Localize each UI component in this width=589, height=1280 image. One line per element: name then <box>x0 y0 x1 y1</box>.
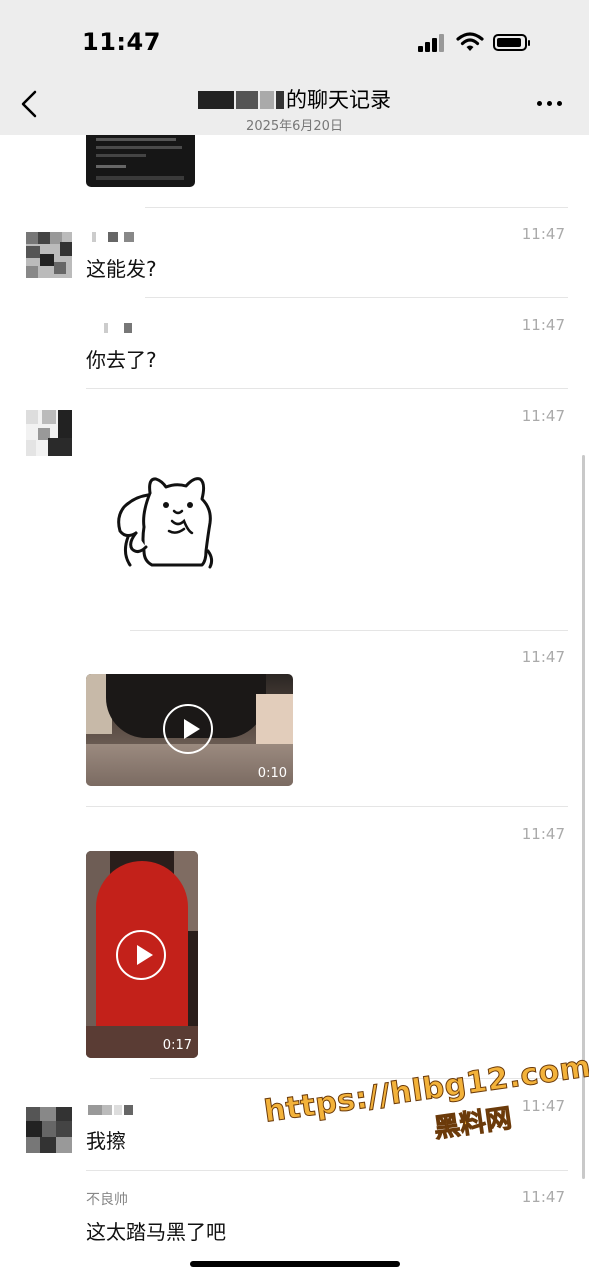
video-duration: 0:17 <box>162 1038 192 1053</box>
message-time: 11:47 <box>521 648 565 666</box>
message-time: 11:47 <box>521 316 565 334</box>
separator <box>86 806 568 807</box>
chat-date: 2025年6月20日 <box>246 119 343 134</box>
separator <box>130 630 568 631</box>
status-time: 11:47 <box>82 28 161 56</box>
chat-title-text: 的聊天记录 <box>286 88 391 112</box>
chat-title-block: 的聊天记录 2025年6月20日 <box>150 84 439 134</box>
chat-message: 11:47 <box>0 407 589 627</box>
separator <box>86 388 568 389</box>
avatar[interactable] <box>26 232 72 278</box>
message-time: 11:47 <box>521 825 565 843</box>
home-indicator[interactable] <box>190 1261 400 1267</box>
separator <box>145 207 568 208</box>
battery-icon <box>493 34 530 51</box>
chat-message: 11:47 这能发? <box>0 225 589 295</box>
message-text: 你去了? <box>86 348 157 372</box>
video-duration: 0:10 <box>257 766 287 781</box>
avatar[interactable] <box>26 1107 72 1153</box>
top-bar: 11:47 的聊天记录 2025年6月20日 <box>0 0 589 135</box>
separator <box>86 1170 568 1171</box>
sender-name-redacted <box>86 1105 146 1115</box>
message-time: 11:47 <box>521 225 565 243</box>
play-icon[interactable] <box>163 704 213 754</box>
chat-title: 的聊天记录 <box>150 84 439 114</box>
message-text: 这能发? <box>86 257 157 281</box>
more-options-icon[interactable] <box>537 101 563 107</box>
chat-message: 不良帅 11:47 这太踏马黑了吧 <box>0 1188 589 1258</box>
separator <box>145 297 568 298</box>
sender-name-redacted <box>86 232 146 242</box>
chat-message: 11:47 你去了? <box>0 316 589 386</box>
sender-name: 不良帅 <box>86 1192 128 1208</box>
message-text: 我擦 <box>86 1129 126 1153</box>
video-thumbnail[interactable]: 0:17 <box>86 851 198 1058</box>
back-chevron-icon[interactable] <box>18 90 42 118</box>
play-icon[interactable] <box>116 930 166 980</box>
cat-sticker-image[interactable] <box>114 473 234 573</box>
wifi-icon <box>456 32 484 51</box>
chat-message: 11:47 0:17 <box>0 825 589 1065</box>
sender-name-redacted <box>86 323 146 333</box>
chat-message: 11:47 0:10 <box>0 648 589 798</box>
message-time: 11:47 <box>521 1188 565 1206</box>
avatar[interactable] <box>26 410 72 456</box>
cellular-signal-icon <box>418 34 446 52</box>
video-thumbnail[interactable]: 0:10 <box>86 674 293 786</box>
message-time: 11:47 <box>521 407 565 425</box>
message-text: 这太踏马黑了吧 <box>86 1220 226 1244</box>
